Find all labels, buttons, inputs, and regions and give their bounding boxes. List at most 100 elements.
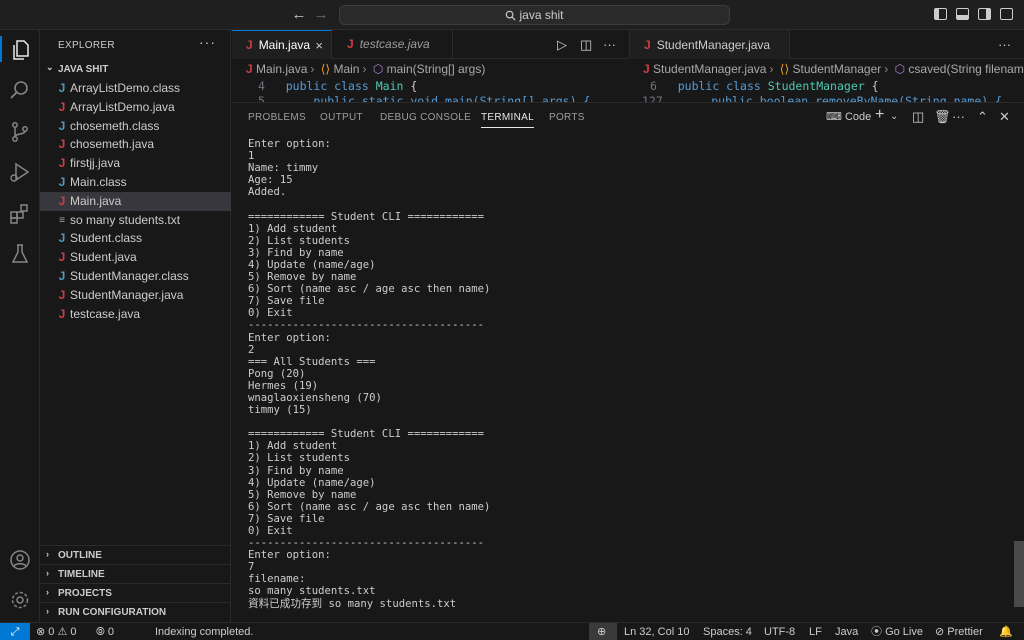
file-item[interactable]: J ArrayListDemo.class [40, 79, 231, 98]
more-actions-icon[interactable]: ··· [199, 34, 216, 50]
maximize-panel-icon[interactable]: ⌃ [977, 109, 988, 125]
run-debug-icon[interactable] [8, 160, 32, 184]
section-projects[interactable]: › PROJECTS [40, 583, 231, 602]
terminal-scrollbar[interactable] [1014, 541, 1024, 607]
file-item[interactable]: J Student.class [40, 229, 231, 248]
terminal-line: Added. [248, 186, 287, 199]
tab-main-java[interactable]: J Main.java × [232, 30, 332, 59]
chevron-right-icon: › [46, 549, 49, 559]
file-item[interactable]: Jtestcase.java [40, 305, 231, 324]
indentation[interactable]: Spaces: 4 [703, 625, 752, 639]
go-live-button[interactable]: ⦿ Go Live [871, 625, 923, 639]
remote-indicator-icon[interactable]: ⤢ [0, 623, 30, 640]
breadcrumb-item[interactable]: csaved(String filenam [908, 62, 1023, 76]
new-terminal-icon[interactable]: + [875, 106, 884, 124]
code-line[interactable]: 127 public boolean removeByName(String n… [642, 94, 1002, 102]
file-item[interactable]: J Student.java [40, 248, 231, 267]
split-terminal-icon[interactable]: ◫ [912, 109, 924, 125]
toggle-panel-icon[interactable] [956, 8, 969, 20]
breadcrumb-item[interactable]: StudentManager [793, 62, 882, 76]
code-line[interactable]: 4 public class Main { [258, 79, 417, 94]
cursor-position[interactable]: Ln 32, Col 10 [624, 625, 689, 639]
zoom-status[interactable]: ⊕ [589, 623, 617, 640]
java-file-icon: J [58, 156, 66, 171]
ports-status[interactable]: ⦾ 0 [96, 625, 114, 639]
file-item[interactable]: J StudentManager.class [40, 267, 231, 286]
terminal-instance[interactable]: ⌨ Code [826, 110, 871, 123]
notifications-icon[interactable]: 🔔 [999, 625, 1013, 639]
terminal-line: ============ Student CLI ============ [248, 428, 484, 441]
search-icon [506, 10, 516, 21]
toggle-secondary-sidebar-icon[interactable] [978, 8, 991, 20]
extensions-icon[interactable] [8, 202, 32, 226]
zoom-icon: ⊕ [597, 626, 607, 638]
tab-ports[interactable]: PORTS [549, 112, 585, 123]
error-icon: ⊗ [36, 626, 46, 638]
class-file-icon: J [58, 231, 66, 246]
file-name: firstjj.java [70, 156, 121, 171]
terminal-line: filename: [248, 573, 306, 586]
file-name: so many students.txt [70, 212, 181, 227]
file-item[interactable]: Jchosemeth.java [40, 135, 231, 154]
code-line[interactable]: 5 public static void main(String[] args)… [258, 94, 590, 102]
file-item[interactable]: J StudentManager.java [40, 286, 231, 305]
tab-terminal[interactable]: TERMINAL [481, 112, 534, 128]
section-outline[interactable]: › OUTLINE [40, 545, 231, 564]
file-item[interactable]: ≡ so many students.txt [40, 211, 231, 230]
file-item[interactable]: J Main.class [40, 173, 231, 192]
tab-studentmanager-java[interactable]: J StudentManager.java [630, 30, 790, 59]
trash-icon[interactable]: 🗑 [934, 109, 951, 125]
file-item[interactable]: Jfirstjj.java [40, 154, 231, 173]
problems-status[interactable]: ⊗ 0 ⚠ 0 [36, 625, 77, 639]
breadcrumb-item[interactable]: main(String[] args) [387, 62, 486, 76]
back-arrow-icon[interactable]: ← [290, 6, 308, 24]
account-icon[interactable] [8, 548, 32, 572]
language-mode[interactable]: Java [835, 625, 858, 639]
terminal-line: 資料已成功存到 so many students.txt [248, 597, 457, 610]
forward-arrow-icon[interactable]: → [312, 6, 330, 24]
more-actions-icon[interactable]: ··· [998, 37, 1011, 52]
close-icon[interactable]: × [315, 31, 323, 60]
breadcrumb-item[interactable]: StudentManager.java [653, 62, 766, 76]
terminal-line: 6) Sort (name asc / age asc then name) [248, 500, 491, 513]
explorer-icon[interactable] [8, 38, 32, 62]
run-icon[interactable]: ▷ [557, 37, 567, 53]
settings-icon[interactable] [8, 588, 32, 612]
split-editor-icon[interactable]: ◫ [580, 37, 592, 53]
search-icon[interactable] [8, 78, 32, 102]
tab-problems[interactable]: PROBLEMS [248, 112, 306, 123]
encoding[interactable]: UTF-8 [764, 625, 795, 639]
close-icon[interactable]: ✕ [999, 109, 1010, 125]
chevron-right-icon: › [362, 62, 367, 76]
file-item[interactable]: J Main.java [40, 191, 231, 211]
testing-icon[interactable] [8, 242, 32, 266]
file-item[interactable]: Jchosemeth.class [40, 117, 231, 136]
terminal-line: 7 [248, 561, 255, 574]
method-symbol-icon: ⬡ [372, 62, 384, 76]
tab-output[interactable]: OUTPUT [320, 112, 363, 123]
terminal-line: === All Students === [248, 355, 376, 368]
tab-debug-console[interactable]: DEBUG CONSOLE [380, 112, 471, 123]
chevron-right-icon: › [46, 606, 49, 616]
code-line[interactable]: 6 public class StudentManager { [650, 79, 879, 94]
more-actions-icon[interactable]: ··· [603, 37, 616, 52]
customize-layout-icon[interactable] [1000, 8, 1013, 20]
breadcrumb-item[interactable]: Main [333, 62, 359, 76]
file-item[interactable]: J ArrayListDemo.java [40, 98, 231, 117]
tab-testcase-java[interactable]: Jtestcase.java [333, 30, 453, 59]
terminal-line: 7) Save file [248, 295, 325, 308]
command-center-search[interactable]: java shit [339, 5, 730, 25]
toggle-primary-sidebar-icon[interactable] [934, 8, 947, 20]
chevron-down-icon[interactable]: ⌄ [890, 111, 898, 122]
more-actions-icon[interactable]: ··· [952, 109, 965, 124]
breadcrumb-item[interactable]: Main.java [256, 62, 307, 76]
prettier-status[interactable]: ⊘ Prettier [935, 625, 983, 639]
end-of-line[interactable]: LF [809, 625, 822, 639]
section-timeline[interactable]: › TIMELINE [40, 564, 231, 583]
explorer-sidebar: EXPLORER ··· ⌄ JAVA SHIT J ArrayListDemo.… [40, 30, 231, 622]
file-name: ArrayListDemo.java [70, 99, 175, 114]
source-control-icon[interactable] [8, 120, 32, 144]
terminal-output[interactable]: Enter option: 1 Name: timmy Age: 15 Added. ==… [248, 138, 1008, 618]
section-run-configuration[interactable]: › RUN CONFIGURATION [40, 602, 231, 621]
folder-java-shit[interactable]: ⌄ JAVA SHIT [40, 61, 231, 79]
